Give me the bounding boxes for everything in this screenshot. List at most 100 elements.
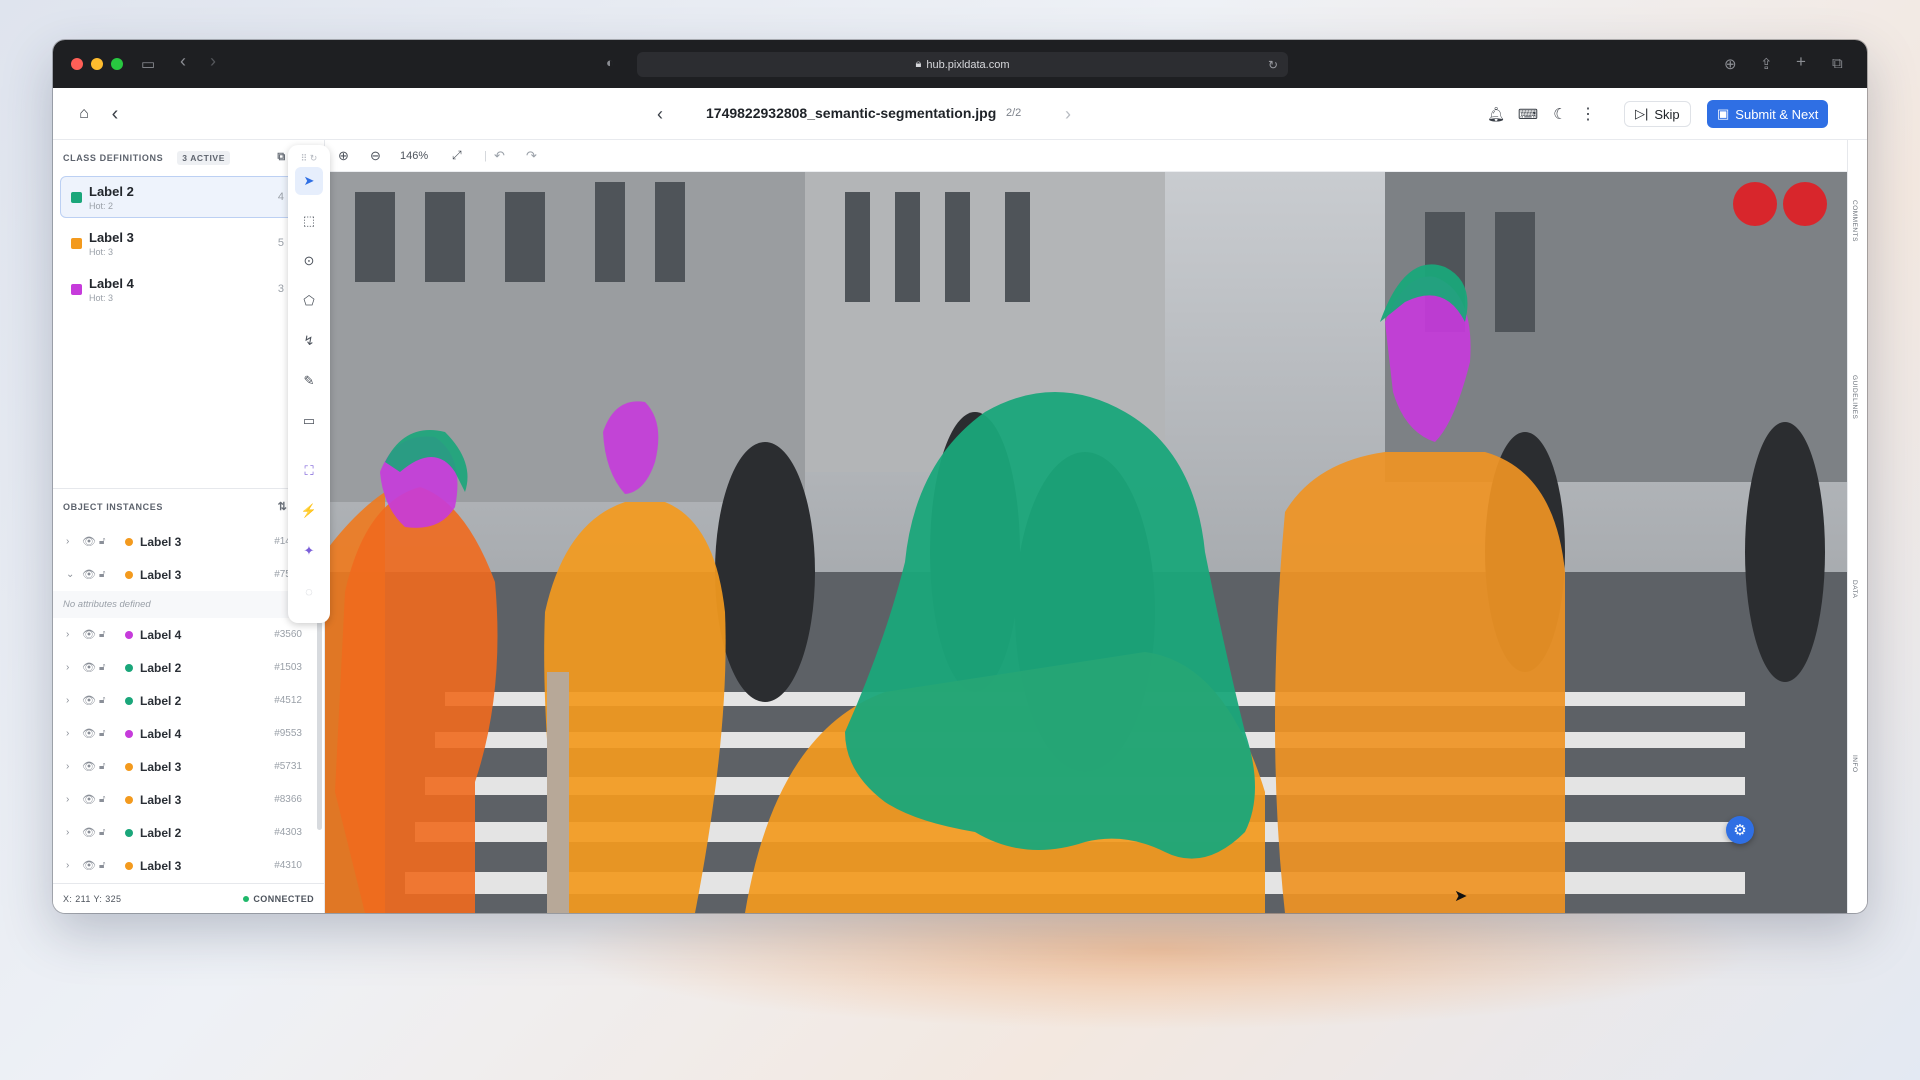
lasso-tool-icon[interactable]: ↯ — [295, 327, 323, 355]
info-tab[interactable]: INFO — [1851, 755, 1858, 773]
eye-icon[interactable]: 👁︎ — [82, 568, 96, 581]
auto-segment-tool-icon[interactable]: ⚡ — [295, 497, 323, 525]
ellipse-tool-icon[interactable]: ⊙ — [295, 247, 323, 275]
focus-tool-icon[interactable]: ⛶ — [295, 457, 323, 485]
lock-icon[interactable]: 🔓︎ — [99, 761, 105, 772]
comments-tab[interactable]: COMMENTS — [1851, 200, 1858, 242]
lock-icon[interactable]: 🔓︎ — [99, 536, 105, 547]
box-select-tool-icon[interactable]: ⬚ — [295, 207, 323, 235]
disabled-tool-icon[interactable]: ◌ — [295, 577, 323, 605]
new-tab-icon[interactable]: + — [1796, 52, 1806, 72]
lock-icon[interactable]: 🔓︎ — [99, 695, 105, 706]
lock-icon[interactable]: 🔓︎ — [99, 827, 105, 838]
zoom-in-icon[interactable]: ⊕ — [338, 148, 349, 164]
chevron-right-icon[interactable]: › — [66, 629, 69, 640]
keyboard-icon[interactable]: ⌨ — [1516, 102, 1540, 126]
guidelines-tab[interactable]: GUIDELINES — [1851, 375, 1858, 419]
object-row[interactable]: › 👁︎ 🔓︎ Label 3 #5731 — [53, 750, 324, 783]
object-row[interactable]: › 👁︎ 🔓︎ Label 3 #8366 — [53, 783, 324, 816]
forward-icon[interactable]: › — [210, 51, 216, 72]
skip-button[interactable]: ▷| Skip — [1624, 101, 1691, 127]
class-label: Label 2 — [89, 184, 134, 199]
zoom-out-icon[interactable]: ⊖ — [370, 148, 381, 164]
lock-icon[interactable]: 🔓︎ — [99, 629, 105, 640]
eye-icon[interactable]: 👁︎ — [82, 826, 96, 839]
chevron-right-icon[interactable]: › — [66, 662, 69, 673]
eye-icon[interactable]: 👁︎ — [82, 535, 96, 548]
class-list: Label 2Hot: 24⋯Label 3Hot: 35⋯Label 4Hot… — [53, 176, 324, 310]
copy-icon[interactable]: ⧉ — [277, 151, 285, 164]
home-icon[interactable]: ⌂ — [72, 102, 96, 126]
eye-icon[interactable]: 👁︎ — [82, 628, 96, 641]
download-icon[interactable]: ⊕ — [1724, 55, 1737, 73]
reload-icon[interactable]: ↻ — [1268, 58, 1278, 72]
lock-icon[interactable]: 🔓︎ — [99, 662, 105, 673]
chevron-down-icon[interactable]: ⌄ — [66, 569, 74, 580]
object-row[interactable]: ⌄👁︎🔓︎Label 3#7538 — [53, 558, 324, 591]
lock-icon[interactable]: 🔓︎ — [99, 860, 105, 871]
drag-handle-icon[interactable]: ⠿ ↻ — [295, 151, 323, 165]
eye-icon[interactable]: 👁︎ — [82, 727, 96, 740]
class-label: Label 3 — [89, 230, 134, 245]
class-item[interactable]: Label 2Hot: 24⋯ — [60, 176, 317, 218]
fit-screen-icon[interactable]: ⤢ — [452, 148, 462, 163]
object-row[interactable]: › 👁︎ 🔓︎ Label 3 #4310 — [53, 849, 324, 882]
eye-icon[interactable]: 👁︎ — [82, 859, 96, 872]
back-arrow-icon[interactable]: ‹ — [103, 102, 127, 126]
class-item[interactable]: Label 3Hot: 35⋯ — [60, 222, 317, 264]
eye-icon[interactable]: 👁︎ — [82, 661, 96, 674]
chevron-right-icon[interactable]: › — [66, 728, 69, 739]
lock-icon[interactable]: 🔓︎ — [99, 728, 105, 739]
zoom-window-button[interactable] — [111, 58, 123, 70]
sidebar-toggle-icon[interactable]: ▭ — [141, 55, 155, 73]
tabs-overview-icon[interactable]: ⧉ — [1832, 55, 1843, 72]
object-row[interactable]: › 👁︎ 🔓︎ Label 2 #4303 — [53, 816, 324, 849]
object-row[interactable]: › 👁︎ 🔓︎ Label 4 #9553 — [53, 717, 324, 750]
data-tab[interactable]: DATA — [1851, 580, 1858, 598]
lock-icon[interactable]: 🔓︎ — [99, 569, 105, 580]
chevron-right-icon[interactable]: › — [66, 827, 69, 838]
redo-icon[interactable]: ↷ — [526, 148, 537, 164]
lock-icon[interactable]: 🔓︎ — [99, 794, 105, 805]
undo-icon[interactable]: ↶ — [494, 148, 505, 164]
chevron-right-icon[interactable]: › — [66, 761, 69, 772]
polygon-tool-icon[interactable]: ⬠ — [295, 287, 323, 315]
comment-tool-icon[interactable]: ▭ — [295, 407, 323, 435]
object-row[interactable]: › 👁︎ 🔓︎ Label 2 #1503 — [53, 651, 324, 684]
right-rail: COMMENTS GUIDELINES DATA INFO — [1847, 140, 1867, 913]
chevron-right-icon[interactable]: › — [66, 536, 69, 547]
annotation-canvas[interactable] — [325, 172, 1847, 913]
chevron-right-icon[interactable]: › — [66, 695, 69, 706]
object-row[interactable]: ›👁︎🔓︎Label 3#1445 — [53, 525, 324, 558]
eye-icon[interactable]: 👁︎ — [82, 793, 96, 806]
previous-file-icon[interactable]: ‹ — [648, 102, 672, 126]
class-item[interactable]: Label 4Hot: 33⋯ — [60, 268, 317, 310]
class-color-swatch — [71, 238, 82, 249]
class-label: Label 4 — [89, 276, 134, 291]
submit-next-button[interactable]: ▣ Submit & Next — [1707, 100, 1829, 128]
address-bar[interactable]: 🔒︎ hub.pixldata.com ↻ — [637, 52, 1288, 77]
eye-icon[interactable]: 👁︎ — [82, 694, 96, 707]
minimize-window-button[interactable] — [91, 58, 103, 70]
share-icon[interactable]: ⇪ — [1760, 55, 1773, 73]
back-icon[interactable]: ‹ — [180, 51, 186, 72]
chevron-right-icon[interactable]: › — [66, 794, 69, 805]
sort-icon[interactable]: ⇅ — [278, 500, 288, 513]
object-label: Label 4 — [140, 627, 182, 642]
chevron-right-icon[interactable]: › — [66, 860, 69, 871]
object-row[interactable]: › 👁︎ 🔓︎ Label 4 #3560 — [53, 618, 324, 651]
settings-fab-button[interactable]: ⚙ — [1726, 816, 1754, 844]
bell-icon[interactable]: 🔔︎ — [1484, 102, 1508, 126]
eye-icon[interactable]: 👁︎ — [82, 760, 96, 773]
app-header: ⌂ ‹ ‹ 1749822932808_semantic-segmentatio… — [53, 88, 1867, 140]
object-row[interactable]: › 👁︎ 🔓︎ Label 2 #4512 — [53, 684, 324, 717]
next-file-icon[interactable]: › — [1056, 102, 1080, 126]
select-tool-icon[interactable]: ➤ — [295, 167, 323, 195]
shield-icon[interactable]: ◐ — [606, 55, 614, 70]
close-window-button[interactable] — [71, 58, 83, 70]
magic-wand-tool-icon[interactable]: ✦ — [295, 537, 323, 565]
browser-titlebar: ▭ ‹ › ◐ 🔒︎ hub.pixldata.com ↻ ⊕ ⇪ + ⧉ — [53, 40, 1867, 88]
pen-tool-icon[interactable]: ✎ — [295, 367, 323, 395]
moon-icon[interactable]: ☾ — [1548, 102, 1572, 126]
more-vertical-icon[interactable]: ⋮ — [1576, 102, 1600, 126]
